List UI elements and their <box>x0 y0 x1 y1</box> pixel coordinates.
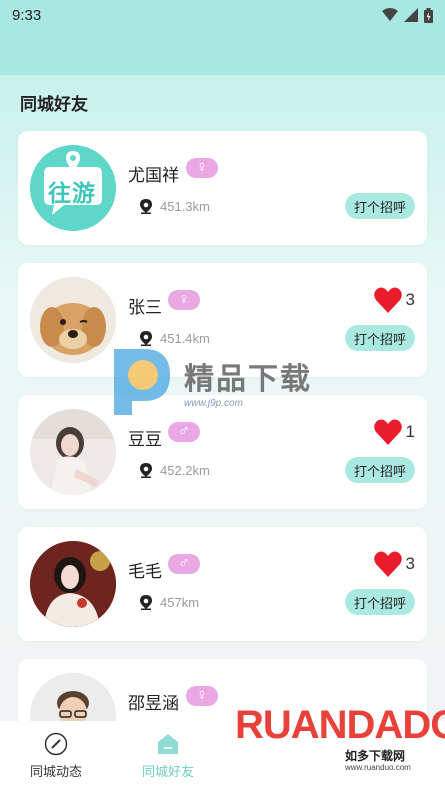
corner-watermark: RUANDADO 如多下载网 www.ruanduo.com <box>235 703 445 783</box>
friend-name: 豆豆 <box>128 430 162 449</box>
friend-name: 毛毛 <box>128 562 162 581</box>
distance-text: 457km <box>160 595 200 610</box>
female-icon: ♀ <box>196 159 208 176</box>
distance: 451.3km <box>140 199 210 214</box>
watermark-logo-icon <box>114 349 170 415</box>
female-icon: ♀ <box>178 291 190 308</box>
avatar[interactable] <box>30 277 116 363</box>
battery-icon <box>424 7 433 23</box>
home-icon <box>158 734 178 754</box>
friend-card[interactable]: 往游 尤国祥 ♀ 451.3km 打个招呼 <box>18 131 427 245</box>
female-icon: ♀ <box>196 687 208 704</box>
distance-text: 452.2km <box>160 463 210 478</box>
status-icons <box>382 7 433 23</box>
likes[interactable]: 3 <box>373 287 415 313</box>
nav-label: 同城动态 <box>29 764 82 779</box>
watermark: 精品下载 www.j9p.com <box>110 345 312 417</box>
distance-text: 451.4km <box>160 331 210 346</box>
dog-photo <box>30 277 116 363</box>
friend-name: 张三 <box>128 298 162 317</box>
gender-badge: ♀ <box>186 158 218 178</box>
location-pin-icon <box>140 463 152 478</box>
app-logo-text: 往游 <box>48 180 96 206</box>
male-icon: ♂ <box>178 423 190 440</box>
heart-icon[interactable] <box>373 419 402 445</box>
gender-badge: ♂ <box>168 554 200 574</box>
greet-button[interactable]: 打个招呼 <box>345 325 415 351</box>
gender-badge: ♀ <box>186 686 218 706</box>
status-time: 9:33 <box>12 6 42 24</box>
gender-badge: ♂ <box>168 422 200 442</box>
wifi-icon <box>382 8 398 21</box>
compass-icon <box>44 732 68 756</box>
distance: 452.2km <box>140 463 210 478</box>
greet-button[interactable]: 打个招呼 <box>345 457 415 483</box>
corner-watermark-sub: 如多下载网 <box>345 749 406 763</box>
status-bar: 9:33 <box>0 0 445 30</box>
like-count: 3 <box>405 554 415 573</box>
nav-label: 同城好友 <box>141 764 194 779</box>
avatar[interactable] <box>30 541 116 627</box>
avatar[interactable] <box>30 409 116 495</box>
location-pin-icon <box>140 331 152 346</box>
nav-tab-city-feed[interactable]: 同城动态 <box>0 721 112 791</box>
friend-name: 邵昱涵 <box>128 694 179 713</box>
section-title: 同城好友 <box>20 95 88 114</box>
likes[interactable]: 1 <box>373 419 415 445</box>
gender-badge: ♀ <box>168 290 200 310</box>
signal-icon <box>404 8 418 22</box>
heart-icon[interactable] <box>373 551 402 577</box>
friend-name: 尤国祥 <box>128 166 179 185</box>
corner-watermark-text: RUANDADO <box>235 703 445 747</box>
girl-photo <box>30 541 116 627</box>
greet-button[interactable]: 打个招呼 <box>345 589 415 615</box>
distance: 451.4km <box>140 331 210 346</box>
avatar[interactable]: 往游 <box>30 145 116 231</box>
location-pin-icon <box>140 199 152 214</box>
corner-watermark-url: www.ruanduo.com <box>345 763 411 772</box>
likes[interactable]: 3 <box>373 551 415 577</box>
watermark-url: www.j9p.com <box>184 397 243 409</box>
distance: 457km <box>140 595 199 610</box>
like-count: 1 <box>405 422 415 441</box>
male-icon: ♂ <box>178 555 190 572</box>
watermark-text: 精品下载 <box>184 362 312 396</box>
friend-card[interactable]: 毛毛 ♂ 3 457km 打个招呼 <box>18 527 427 641</box>
girl-photo <box>30 409 116 495</box>
greet-button[interactable]: 打个招呼 <box>345 193 415 219</box>
heart-icon[interactable] <box>373 287 402 313</box>
location-pin-icon <box>140 595 152 610</box>
distance-text: 451.3km <box>160 199 210 214</box>
nav-tab-city-friends[interactable]: 同城好友 <box>112 721 224 791</box>
like-count: 3 <box>405 290 415 309</box>
